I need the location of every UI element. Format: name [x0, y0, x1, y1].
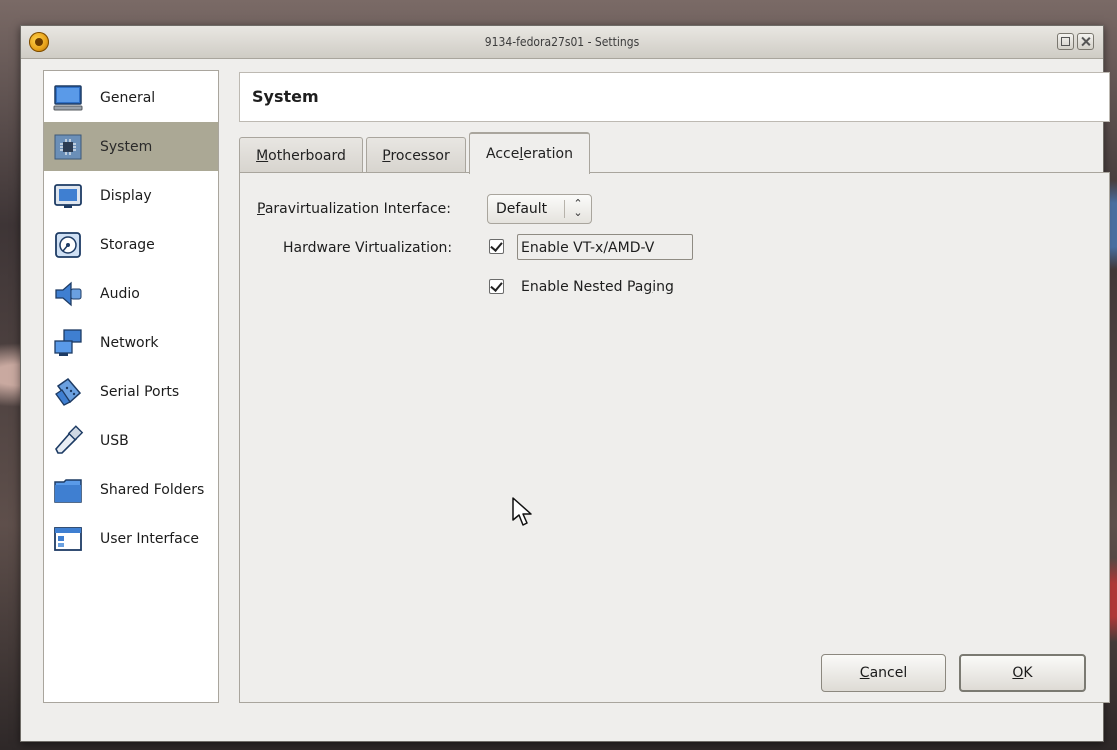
enable-vtx-label[interactable]: Enable VT-x/AMD-V — [521, 240, 654, 256]
enable-vtx-checkbox[interactable] — [489, 239, 504, 254]
window-icon — [54, 527, 82, 551]
ok-button[interactable]: OK — [959, 654, 1086, 692]
mouse-cursor-icon — [512, 497, 532, 526]
close-button[interactable] — [1077, 33, 1094, 50]
display-icon — [54, 184, 82, 208]
sidebar-item-label: Shared Folders — [100, 481, 205, 498]
maximize-button[interactable] — [1057, 33, 1074, 50]
sidebar-item-label: Serial Ports — [100, 383, 180, 400]
label-rest: ing — [652, 279, 674, 295]
sidebar-item-storage[interactable]: Storage — [44, 220, 218, 269]
button-label-rest: ancel — [869, 665, 908, 681]
sidebar-item-user-interface[interactable]: User Interface — [44, 514, 218, 563]
chip-icon — [54, 134, 82, 160]
hardware-virtualization-label: Hardware Virtualization: — [283, 240, 453, 256]
network-icon — [54, 329, 82, 356]
tab-motherboard[interactable]: Motherboard — [239, 137, 363, 173]
page-title-box: System — [239, 72, 1110, 122]
label-mnemonic: g — [643, 279, 653, 295]
sidebar-item-label: System — [100, 138, 153, 155]
sidebar-item-label: Storage — [100, 236, 155, 253]
sidebar-item-label: General — [100, 89, 156, 106]
sidebar-item-shared-folders[interactable]: Shared Folders — [44, 465, 218, 514]
speaker-icon — [55, 281, 82, 307]
monitor-icon — [53, 85, 83, 111]
sidebar-item-network[interactable]: Network — [44, 318, 218, 367]
tab-label-rest: eration — [523, 146, 573, 162]
label-mnemonic: P — [257, 201, 265, 217]
tab-label-pre: Acce — [486, 146, 520, 162]
cancel-button[interactable]: Cancel — [821, 654, 946, 692]
paravirtualization-select[interactable]: Default ⌃ ⌄ — [487, 194, 592, 224]
sidebar-item-general[interactable]: General — [44, 73, 218, 122]
button-mnemonic: O — [1012, 665, 1024, 681]
sidebar-item-label: Network — [100, 334, 159, 351]
enable-nested-paging-label[interactable]: Enable Nested Paging — [521, 279, 674, 295]
sidebar-item-label: User Interface — [100, 530, 200, 547]
tab-label-rest: rocessor — [390, 147, 450, 164]
page-title: System — [252, 87, 319, 106]
button-label: OK — [1012, 665, 1032, 681]
settings-category-list: General System Display Storage Audio Net… — [43, 70, 219, 703]
enable-nested-paging-checkbox[interactable] — [489, 279, 504, 294]
tab-label-rest: otherboard — [268, 147, 346, 164]
folder-icon — [54, 479, 82, 503]
button-mnemonic: C — [859, 665, 870, 681]
button-label-rest: K — [1023, 665, 1033, 681]
sidebar-item-audio[interactable]: Audio — [44, 269, 218, 318]
paravirtualization-label: Paravirtualization Interface: — [257, 201, 451, 217]
serial-port-icon — [55, 377, 82, 406]
tab-mnemonic: M — [256, 147, 269, 164]
tab-acceleration[interactable]: Acceleration — [469, 132, 590, 174]
up-down-arrows-icon: ⌃ ⌄ — [573, 197, 583, 219]
usb-icon — [55, 425, 84, 454]
tab-label: Motherboard — [256, 148, 346, 164]
sidebar-item-label: USB — [100, 432, 129, 449]
tab-label: Acceleration — [486, 146, 573, 162]
tab-label: Processor — [382, 148, 449, 164]
select-divider — [564, 200, 565, 218]
sidebar-item-usb[interactable]: USB — [44, 416, 218, 465]
label-rest: aravirtualization Interface: — [264, 201, 451, 217]
sidebar-item-serial-ports[interactable]: Serial Ports — [44, 367, 218, 416]
disk-icon — [55, 232, 81, 258]
title-bar[interactable]: 9134-fedora27s01 - Settings — [21, 26, 1103, 59]
settings-window: 9134-fedora27s01 - Settings General Syst… — [20, 25, 1110, 742]
label-pre: Enable Nested Pa — [521, 279, 644, 295]
button-label: Cancel — [860, 665, 907, 681]
sidebar-item-label: Display — [100, 187, 152, 204]
tab-processor[interactable]: Processor — [366, 137, 466, 173]
window-title: 9134-fedora27s01 - Settings — [484, 35, 640, 49]
select-value: Default — [496, 201, 548, 217]
sidebar-item-label: Audio — [100, 285, 140, 302]
sidebar-item-system[interactable]: System — [44, 122, 218, 171]
sidebar-item-display[interactable]: Display — [44, 171, 218, 220]
